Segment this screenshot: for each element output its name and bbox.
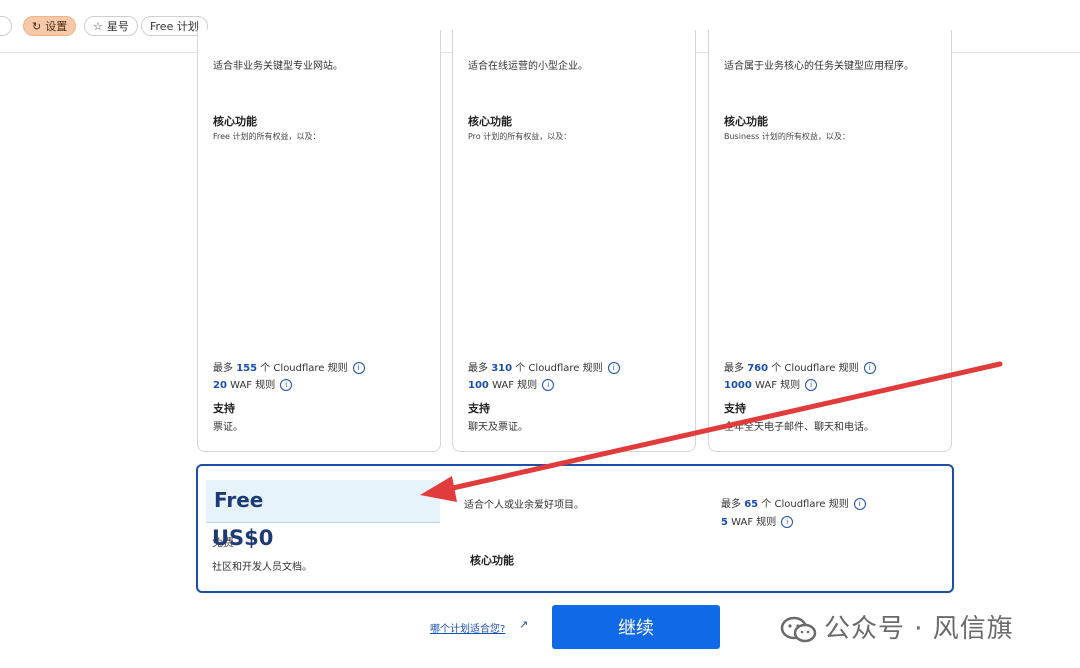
support-text: 聊天及票证。: [468, 422, 528, 433]
star-chip-label: 星号: [106, 20, 129, 33]
rules-suffix: 个 Cloudflare 规则: [761, 499, 849, 510]
support-title: 支持: [724, 402, 746, 415]
rules-count: 155: [236, 363, 258, 374]
info-icon[interactable]: i: [542, 379, 555, 391]
info-icon[interactable]: i: [280, 379, 293, 391]
inherit-text: Free 计划的所有权益，以及：: [213, 132, 321, 141]
settings-chip-label: 设置: [45, 20, 68, 33]
wechat-icon: [780, 616, 817, 642]
plan-card-free-selected[interactable]: Free 免费 US$0 社区和开发人员文档。 适合个人或业余爱好项目。 核心功…: [196, 464, 954, 593]
core-features-title: 核心功能: [468, 115, 512, 128]
rules-prefix: 最多: [721, 499, 741, 510]
support-text: 全年全天电子邮件、聊天和电话。: [724, 422, 874, 433]
free-plan-title: Free: [214, 488, 264, 512]
watermark-text: 公众号 · 风信旗: [824, 614, 1014, 644]
waf-line: 1000 WAF 规则 i: [724, 376, 818, 391]
waf-line: 100 WAF 规则 i: [468, 376, 555, 391]
rules-prefix: 最多: [213, 363, 233, 374]
plan-card-enterprise[interactable]: 适合属于业务核心的任务关键型应用程序。 核心功能 Business 计划的所有权…: [708, 30, 952, 452]
inherit-text: Pro 计划的所有权益，以及：: [468, 132, 572, 141]
free-core-features-title: 核心功能: [470, 554, 514, 567]
support-title: 支持: [213, 402, 235, 415]
info-icon[interactable]: i: [781, 516, 794, 528]
star-chip[interactable]: ☆ 星号: [84, 16, 138, 36]
refresh-icon: ↻: [32, 20, 42, 33]
free-plan-header: Free: [206, 480, 440, 523]
info-icon[interactable]: i: [805, 379, 818, 391]
waf-count: 20: [213, 380, 227, 391]
info-icon[interactable]: i: [853, 498, 866, 510]
free-plan-price: US$0: [212, 526, 274, 550]
support-title: 支持: [468, 402, 490, 415]
plan-description: 适合非业务关键型专业网站。: [213, 61, 343, 72]
waf-line: 20 WAF 规则 i: [213, 376, 293, 391]
inherit-text: Business 计划的所有权益，以及：: [724, 132, 850, 141]
rules-count: 760: [747, 363, 769, 374]
rules-count: 65: [744, 499, 759, 510]
free-plan-description: 适合个人或业余爱好项目。: [464, 500, 584, 511]
rules-line: 最多 155 个 Cloudflare 规则 i: [213, 359, 365, 374]
waf-suffix: WAF 规则: [230, 380, 276, 391]
free-waf-line: 5 WAF 规则 i: [721, 513, 794, 528]
rules-suffix: 个 Cloudflare 规则: [515, 363, 603, 374]
free-rules-line: 最多 65 个 Cloudflare 规则 i: [721, 495, 866, 510]
info-icon[interactable]: i: [607, 362, 620, 374]
plan-card-pro[interactable]: 适合非业务关键型专业网站。 核心功能 Free 计划的所有权益，以及： 最多 1…: [197, 30, 441, 452]
waf-suffix: WAF 规则: [731, 517, 777, 528]
core-features-title: 核心功能: [213, 115, 257, 128]
external-link-icon[interactable]: ↗: [519, 618, 528, 631]
settings-chip[interactable]: ↻ 设置: [23, 16, 77, 36]
waf-count: 5: [721, 517, 728, 528]
core-features-title: 核心功能: [724, 115, 768, 128]
plan-description: 适合属于业务核心的任务关键型应用程序。: [724, 61, 914, 72]
continue-button[interactable]: 继续: [552, 605, 720, 649]
watermark: 公众号 · 风信旗: [780, 608, 1014, 644]
rules-prefix: 最多: [724, 363, 744, 374]
free-plan-support-text: 社区和开发人员文档。: [212, 562, 312, 573]
plan-description: 适合在线运营的小型企业。: [468, 61, 588, 72]
which-plan-link[interactable]: 哪个计划适合您?: [430, 620, 505, 635]
waf-count: 1000: [724, 380, 752, 391]
support-text: 票证。: [213, 422, 243, 433]
rules-prefix: 最多: [468, 363, 488, 374]
rules-suffix: 个 Cloudflare 规则: [260, 363, 348, 374]
rules-line: 最多 310 个 Cloudflare 规则 i: [468, 359, 620, 374]
plan-card-business[interactable]: 适合在线运营的小型企业。 核心功能 Pro 计划的所有权益，以及： 最多 310…: [452, 30, 696, 452]
rules-line: 最多 760 个 Cloudflare 规则 i: [724, 359, 876, 374]
info-icon[interactable]: i: [863, 362, 876, 374]
waf-suffix: WAF 规则: [492, 380, 538, 391]
partial-chip[interactable]: [0, 16, 12, 36]
rules-count: 310: [491, 363, 513, 374]
star-outline-icon: ☆: [93, 20, 103, 33]
waf-suffix: WAF 规则: [755, 380, 801, 391]
free-plan-chip-label: Free 计划: [150, 20, 199, 33]
info-icon[interactable]: i: [352, 362, 365, 374]
waf-count: 100: [468, 380, 489, 391]
rules-suffix: 个 Cloudflare 规则: [771, 363, 859, 374]
